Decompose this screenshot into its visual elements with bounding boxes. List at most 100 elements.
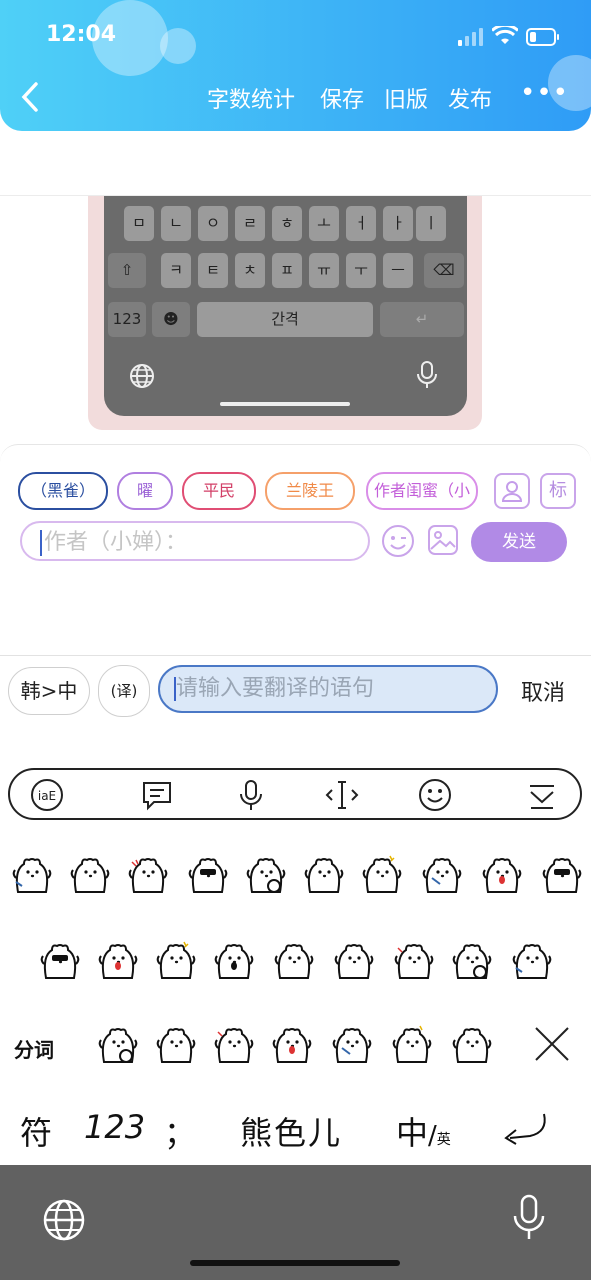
translate-input[interactable]: 请输入要翻译的语句 (158, 665, 498, 713)
kb-home-indicator (220, 402, 350, 406)
kb-key: ㅏ (383, 206, 413, 241)
role-chip[interactable]: 作者闺蜜（小 (366, 472, 478, 510)
kb-emoji-key: ☻ (152, 302, 190, 337)
cancel-button[interactable]: 取消 (521, 675, 565, 707)
sticker[interactable] (540, 852, 584, 896)
translate-mode-button[interactable]: (译) (98, 665, 150, 717)
wifi-icon (492, 26, 518, 44)
language-pair-button[interactable]: 韩>中 (8, 667, 90, 715)
kb-shift-key: ⇧ (108, 253, 146, 288)
segment-label[interactable]: 分词 (14, 1034, 54, 1063)
sticker[interactable] (270, 1022, 314, 1066)
dialogue-placeholder: 作者（小婵）： (44, 530, 188, 555)
sticker[interactable] (360, 852, 404, 896)
kb-key: ㅠ (309, 253, 339, 288)
sticker[interactable] (330, 1022, 374, 1066)
kb-mic-icon (417, 361, 437, 388)
role-chip[interactable]: （黑雀） (18, 472, 108, 510)
kb-key: ㅋ (161, 253, 191, 288)
enter-icon[interactable] (500, 1110, 550, 1148)
kb-key: ㅇ (198, 206, 228, 241)
top-header (0, 0, 591, 131)
text-caret (40, 530, 42, 556)
sticker[interactable] (450, 938, 494, 982)
more-button[interactable]: ••• (520, 78, 569, 108)
role-chip[interactable]: 平民 (182, 472, 256, 510)
chevron-left-icon (21, 82, 38, 112)
punctuation-key[interactable]: ； (164, 1108, 196, 1154)
skin-name-key[interactable]: 熊色儿 (240, 1108, 342, 1154)
kb-backspace-key: ⌫ (424, 253, 464, 288)
sticker[interactable] (302, 852, 346, 896)
sticker[interactable] (96, 938, 140, 982)
kb-key: ㅜ (346, 253, 376, 288)
back-button[interactable] (18, 80, 58, 120)
emoji-picker-icon[interactable] (381, 524, 415, 558)
kb-key: ㅌ (198, 253, 228, 288)
microphone-icon[interactable] (234, 778, 268, 812)
globe-icon[interactable] (42, 1198, 86, 1242)
kb-key: ㅊ (235, 253, 265, 288)
sticker[interactable] (480, 852, 524, 896)
home-indicator[interactable] (190, 1260, 400, 1266)
ying-label: 英 (436, 1132, 451, 1148)
translate-placeholder: 请输入要翻译的语句 (176, 676, 375, 701)
sticker[interactable] (96, 1022, 140, 1066)
word-count-button[interactable]: 字数统计 (207, 82, 295, 114)
tag-button[interactable]: 标 (540, 473, 576, 509)
sticker[interactable] (38, 938, 82, 982)
sticker[interactable] (212, 938, 256, 982)
add-role-button[interactable] (494, 473, 530, 509)
sticker[interactable] (212, 1022, 256, 1066)
collapse-icon[interactable] (525, 778, 559, 812)
language-switch-key[interactable]: 中/英 (396, 1108, 451, 1154)
kb-key: ㄴ (161, 206, 191, 241)
sticker[interactable] (10, 852, 54, 896)
sticker[interactable] (272, 938, 316, 982)
kb-num-key: 123 (108, 302, 146, 337)
sticker[interactable] (154, 938, 198, 982)
status-time: 12:04 (46, 22, 117, 47)
ime-logo-icon[interactable]: iaE (30, 778, 64, 812)
sticker[interactable] (154, 1022, 198, 1066)
message-icon[interactable] (140, 778, 174, 812)
sticker[interactable] (68, 852, 112, 896)
user-icon (501, 481, 523, 502)
sticker[interactable] (126, 852, 170, 896)
emoji-icon[interactable] (418, 778, 452, 812)
kb-key: ㅗ (309, 206, 339, 241)
send-button[interactable]: 发送 (471, 522, 567, 562)
svg-text:iaE: iaE (38, 789, 56, 803)
kb-globe-icon (130, 364, 154, 388)
role-chip[interactable]: 曜 (117, 472, 173, 510)
kb-key: ㅡ (383, 253, 413, 288)
decor-bubble (160, 28, 196, 64)
publish-button[interactable]: 发布 (448, 82, 492, 114)
kb-key: ㅁ (124, 206, 154, 241)
sticker[interactable] (420, 852, 464, 896)
sticker[interactable] (390, 1022, 434, 1066)
kb-key: ㅓ (346, 206, 376, 241)
text-cursor-icon[interactable] (325, 778, 359, 812)
embedded-keyboard-image: ㅁ ㄴ ㅇ ㄹ ㅎ ㅗ ㅓ ㅏ ㅣ ⇧ ㅋ ㅌ ㅊ ㅍ ㅠ ㅜ ㅡ ⌫ 123 … (104, 196, 467, 416)
sticker[interactable] (186, 852, 230, 896)
image-picker-icon[interactable] (427, 524, 459, 556)
dictation-mic-icon[interactable] (512, 1194, 546, 1242)
ime-toolbar (8, 768, 582, 820)
number-key[interactable]: 123 (84, 1108, 145, 1146)
symbol-key[interactable]: 符 (20, 1108, 52, 1154)
close-icon[interactable] (532, 1024, 572, 1064)
kb-space-key: 간격 (197, 302, 373, 337)
battery-icon (526, 28, 559, 46)
sticker[interactable] (244, 852, 288, 896)
sticker[interactable] (510, 938, 554, 982)
role-chip[interactable]: 兰陵王 (265, 472, 355, 510)
kb-key: ㅍ (272, 253, 302, 288)
kb-key: ㅣ (416, 206, 446, 241)
sticker[interactable] (392, 938, 436, 982)
dialogue-input[interactable]: 作者（小婵）： (20, 521, 370, 561)
save-button[interactable]: 保存 (320, 82, 364, 114)
old-version-button[interactable]: 旧版 (384, 82, 428, 114)
sticker[interactable] (332, 938, 376, 982)
sticker[interactable] (450, 1022, 494, 1066)
